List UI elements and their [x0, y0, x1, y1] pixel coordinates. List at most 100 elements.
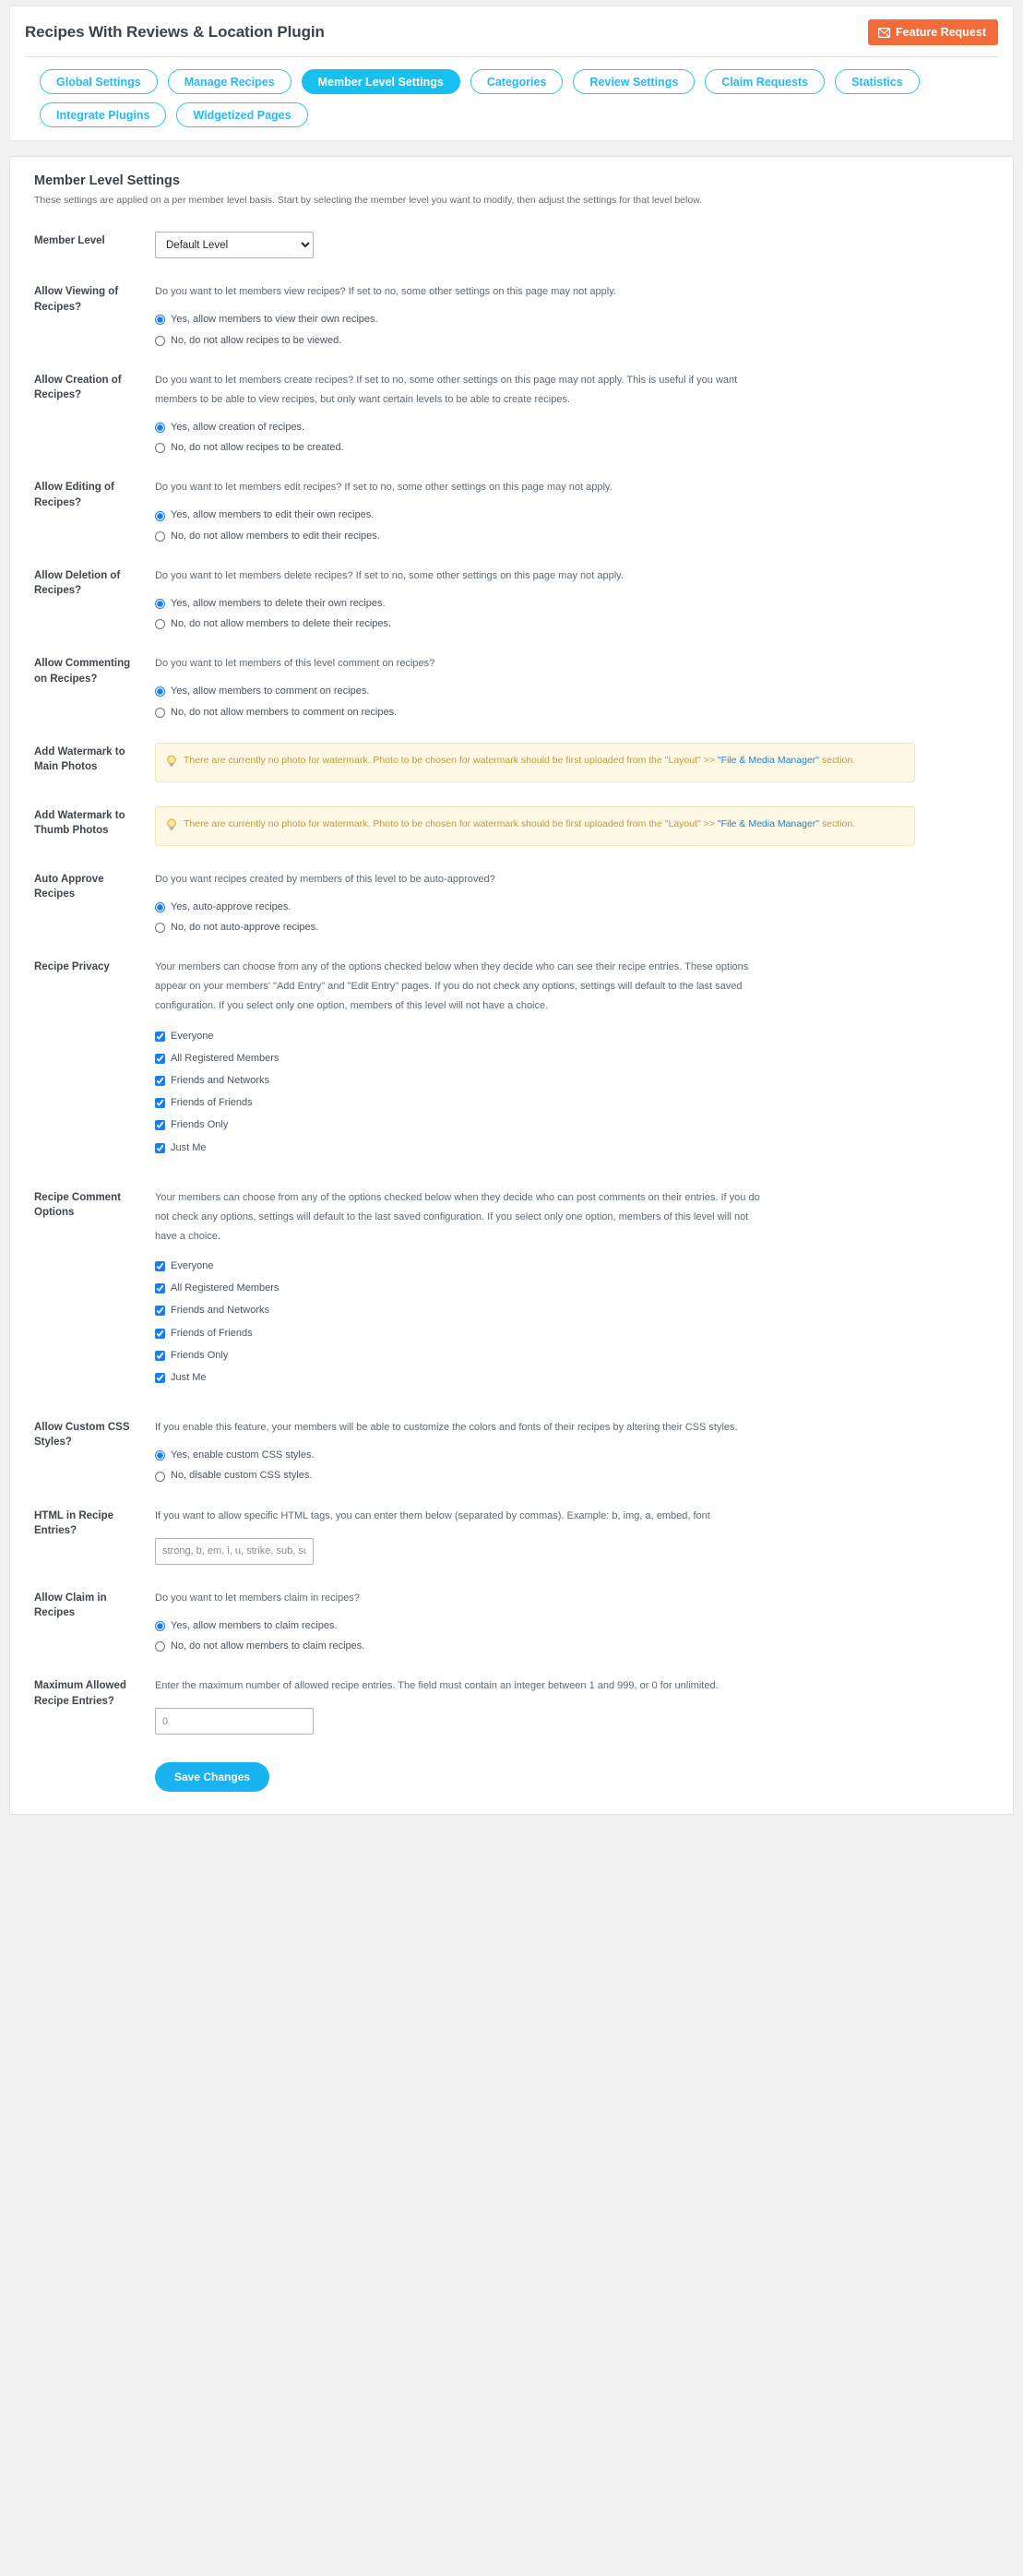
comment-options-option[interactable]: Friends Only: [155, 1350, 994, 1362]
comment-options-checkbox[interactable]: [155, 1261, 165, 1272]
radio-allow-creation-yes[interactable]: [155, 423, 165, 434]
tab-global-settings[interactable]: Global Settings: [40, 69, 158, 94]
option-custom-css-no[interactable]: No, disable custom CSS styles.: [155, 1470, 994, 1482]
comment-options-label[interactable]: Everyone: [171, 1260, 213, 1272]
radio-allow-claim-yes[interactable]: [155, 1620, 165, 1631]
label-allow-claim-yes[interactable]: Yes, allow members to claim recipes.: [171, 1620, 338, 1632]
radio-auto-approve-yes[interactable]: [155, 901, 165, 912]
tab-manage-recipes[interactable]: Manage Recipes: [167, 69, 291, 94]
option-allow-claim-no[interactable]: No, do not allow members to claim recipe…: [155, 1640, 994, 1652]
option-allow-deletion-yes[interactable]: Yes, allow members to delete their own r…: [155, 598, 994, 610]
label-allow-commenting-yes[interactable]: Yes, allow members to comment on recipes…: [171, 686, 369, 698]
comment-options-checkbox[interactable]: [155, 1373, 165, 1384]
tab-member-level-settings[interactable]: Member Level Settings: [301, 69, 460, 94]
member-level-select[interactable]: Default Level: [155, 232, 314, 259]
recipe-privacy-option[interactable]: Friends of Friends: [155, 1097, 994, 1109]
recipe-privacy-option[interactable]: Friends Only: [155, 1119, 994, 1131]
option-allow-claim-yes[interactable]: Yes, allow members to claim recipes.: [155, 1620, 994, 1632]
label-allow-deletion-no[interactable]: No, do not allow members to delete their…: [171, 618, 391, 630]
label-allow-editing-yes[interactable]: Yes, allow members to edit their own rec…: [171, 509, 374, 521]
label-allow-creation-yes[interactable]: Yes, allow creation of recipes.: [171, 422, 304, 434]
option-allow-creation-no[interactable]: No, do not allow recipes to be created.: [155, 442, 994, 454]
radio-custom-css-no[interactable]: [155, 1471, 165, 1482]
recipe-privacy-checkbox[interactable]: [155, 1098, 165, 1109]
comment-options-checkbox[interactable]: [155, 1328, 165, 1339]
option-allow-commenting-no[interactable]: No, do not allow members to comment on r…: [155, 707, 994, 719]
label-custom-css-no[interactable]: No, disable custom CSS styles.: [171, 1470, 312, 1482]
feature-request-button[interactable]: Feature Request: [868, 19, 998, 45]
label-allow-creation-no[interactable]: No, do not allow recipes to be created.: [171, 442, 344, 454]
html-tags-input[interactable]: [155, 1537, 314, 1565]
label-auto-approve-no[interactable]: No, do not auto-approve recipes.: [171, 922, 318, 934]
comment-options-checkbox[interactable]: [155, 1306, 165, 1317]
recipe-privacy-option[interactable]: Friends and Networks: [155, 1075, 994, 1087]
radio-allow-creation-no[interactable]: [155, 443, 165, 454]
tab-integrate-plugins[interactable]: Integrate Plugins: [40, 102, 167, 127]
recipe-privacy-checkbox[interactable]: [155, 1076, 165, 1087]
label-allow-editing-no[interactable]: No, do not allow members to edit their r…: [171, 531, 380, 543]
recipe-privacy-label[interactable]: Friends Only: [171, 1119, 228, 1131]
option-allow-creation-yes[interactable]: Yes, allow creation of recipes.: [155, 422, 994, 434]
radio-allow-commenting-yes[interactable]: [155, 686, 165, 698]
option-allow-deletion-no[interactable]: No, do not allow members to delete their…: [155, 618, 994, 630]
option-allow-editing-no[interactable]: No, do not allow members to edit their r…: [155, 531, 994, 543]
tab-review-settings[interactable]: Review Settings: [573, 69, 696, 94]
radio-allow-viewing-yes[interactable]: [155, 315, 165, 326]
file-media-manager-link[interactable]: "File & Media Manager": [718, 755, 819, 766]
comment-options-option[interactable]: Just Me: [155, 1372, 994, 1384]
label-allow-commenting-no[interactable]: No, do not allow members to comment on r…: [171, 707, 397, 719]
label-allow-viewing-yes[interactable]: Yes, allow members to view their own rec…: [171, 314, 378, 326]
comment-options-label[interactable]: All Registered Members: [171, 1282, 279, 1294]
radio-custom-css-yes[interactable]: [155, 1450, 165, 1461]
recipe-privacy-checkbox[interactable]: [155, 1120, 165, 1131]
option-allow-viewing-no[interactable]: No, do not allow recipes to be viewed.: [155, 335, 994, 347]
comment-options-option[interactable]: Friends of Friends: [155, 1328, 994, 1340]
radio-allow-editing-yes[interactable]: [155, 510, 165, 521]
comment-options-label[interactable]: Friends Only: [171, 1350, 228, 1362]
recipe-privacy-option[interactable]: All Registered Members: [155, 1053, 994, 1065]
recipe-privacy-option[interactable]: Everyone: [155, 1031, 994, 1043]
recipe-privacy-checkbox[interactable]: [155, 1031, 165, 1042]
option-allow-editing-yes[interactable]: Yes, allow members to edit their own rec…: [155, 509, 994, 521]
label-allow-viewing-no[interactable]: No, do not allow recipes to be viewed.: [171, 335, 341, 347]
comment-options-label[interactable]: Just Me: [171, 1372, 207, 1384]
option-allow-commenting-yes[interactable]: Yes, allow members to comment on recipes…: [155, 686, 994, 698]
recipe-privacy-checkbox[interactable]: [155, 1053, 165, 1064]
comment-options-checkbox[interactable]: [155, 1350, 165, 1361]
option-custom-css-yes[interactable]: Yes, enable custom CSS styles.: [155, 1449, 994, 1461]
save-changes-button[interactable]: Save Changes: [155, 1762, 270, 1793]
recipe-privacy-label[interactable]: Just Me: [171, 1142, 207, 1154]
label-custom-css-yes[interactable]: Yes, enable custom CSS styles.: [171, 1449, 315, 1461]
comment-options-checkbox[interactable]: [155, 1283, 165, 1294]
label-allow-claim-no[interactable]: No, do not allow members to claim recipe…: [171, 1640, 364, 1652]
option-auto-approve-yes[interactable]: Yes, auto-approve recipes.: [155, 901, 994, 913]
comment-options-option[interactable]: Everyone: [155, 1260, 994, 1272]
radio-allow-deletion-no[interactable]: [155, 619, 165, 630]
radio-allow-viewing-no[interactable]: [155, 335, 165, 346]
recipe-privacy-option[interactable]: Just Me: [155, 1142, 994, 1154]
file-media-manager-link[interactable]: "File & Media Manager": [718, 818, 819, 829]
tab-statistics[interactable]: Statistics: [835, 69, 920, 94]
recipe-privacy-label[interactable]: Everyone: [171, 1031, 213, 1043]
tab-categories[interactable]: Categories: [470, 69, 564, 94]
option-auto-approve-no[interactable]: No, do not auto-approve recipes.: [155, 922, 994, 934]
recipe-privacy-label[interactable]: Friends and Networks: [171, 1075, 269, 1087]
max-entries-input[interactable]: [155, 1708, 314, 1735]
radio-auto-approve-no[interactable]: [155, 923, 165, 934]
recipe-privacy-label[interactable]: Friends of Friends: [171, 1097, 253, 1109]
recipe-privacy-label[interactable]: All Registered Members: [171, 1053, 279, 1065]
comment-options-option[interactable]: All Registered Members: [155, 1282, 994, 1294]
radio-allow-commenting-no[interactable]: [155, 707, 165, 718]
comment-options-label[interactable]: Friends of Friends: [171, 1328, 253, 1340]
comment-options-label[interactable]: Friends and Networks: [171, 1305, 269, 1317]
tab-widgetized-pages[interactable]: Widgetized Pages: [176, 102, 308, 127]
recipe-privacy-checkbox[interactable]: [155, 1142, 165, 1153]
label-auto-approve-yes[interactable]: Yes, auto-approve recipes.: [171, 901, 291, 913]
comment-options-option[interactable]: Friends and Networks: [155, 1305, 994, 1317]
tab-claim-requests[interactable]: Claim Requests: [705, 69, 826, 94]
radio-allow-claim-no[interactable]: [155, 1641, 165, 1652]
option-allow-viewing-yes[interactable]: Yes, allow members to view their own rec…: [155, 314, 994, 326]
label-allow-deletion-yes[interactable]: Yes, allow members to delete their own r…: [171, 598, 386, 610]
radio-allow-deletion-yes[interactable]: [155, 598, 165, 609]
radio-allow-editing-no[interactable]: [155, 531, 165, 542]
